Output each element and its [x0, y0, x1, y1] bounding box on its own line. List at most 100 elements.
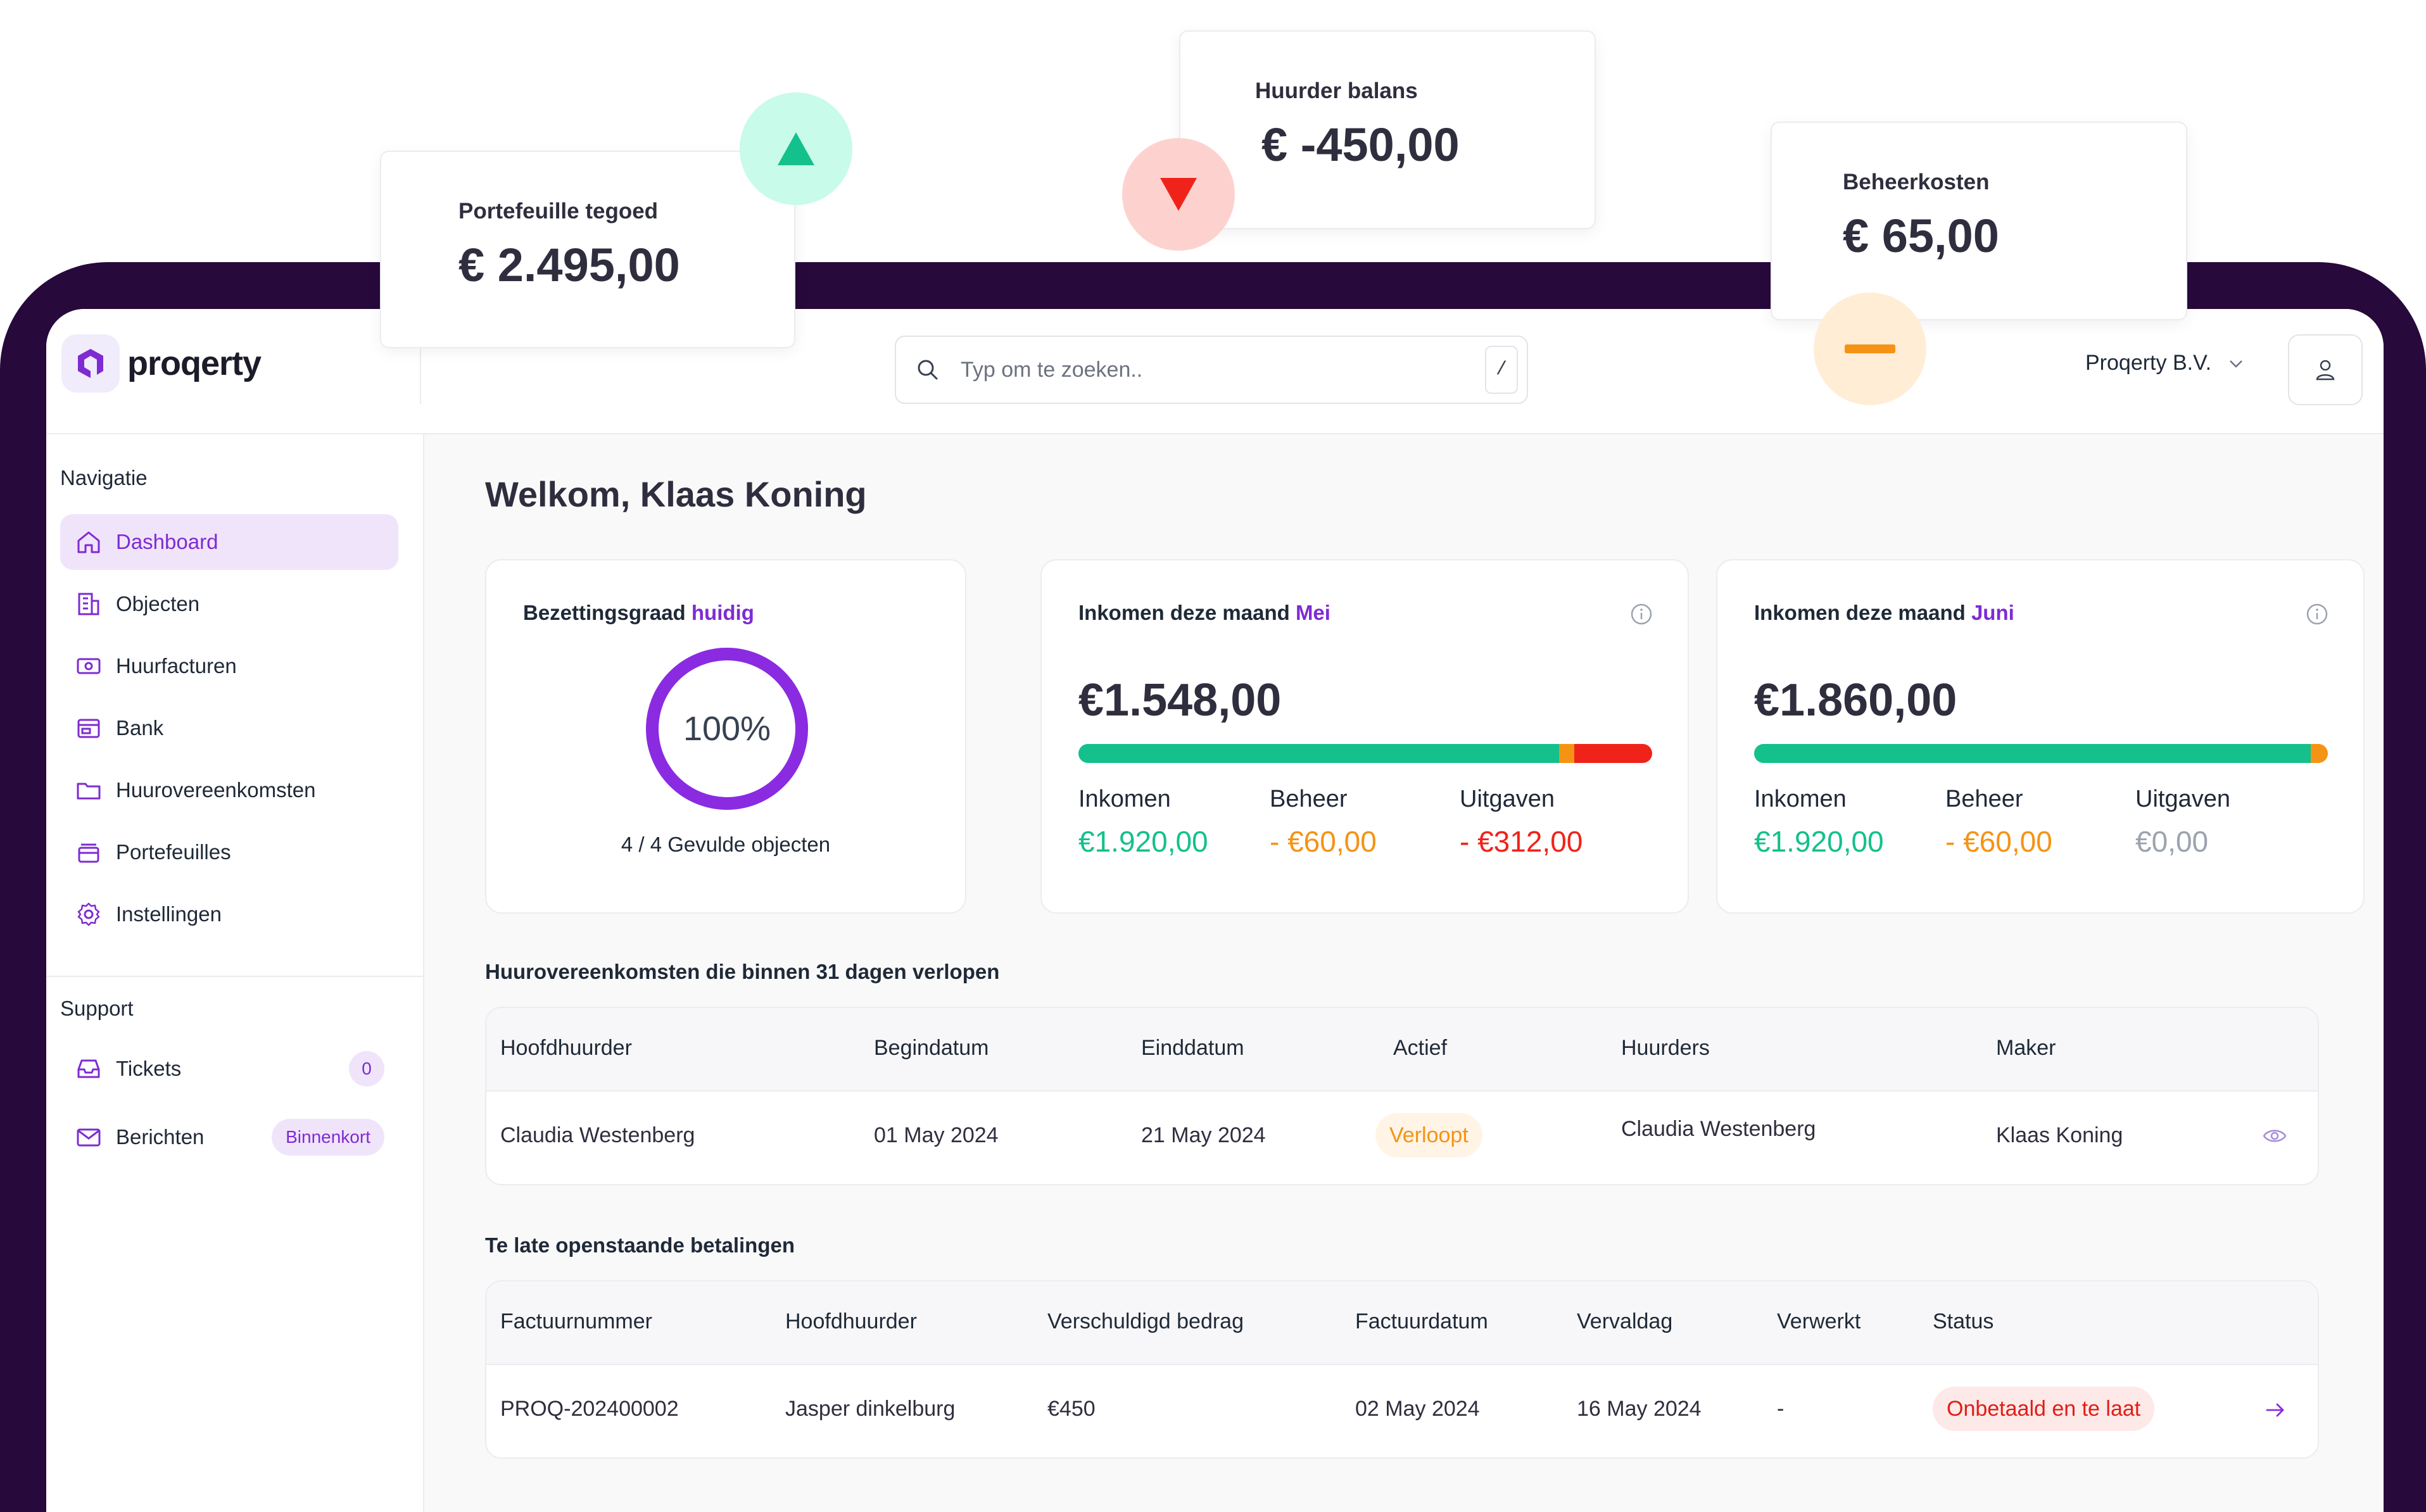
income-june-card: Inkomen deze maand Juni €1.860,00 Inkome…	[1716, 559, 2365, 914]
app-window: proqerty / Proqerty B.V. Navigatie	[46, 309, 2384, 1512]
sidebar-item-dashboard[interactable]: Dashboard	[60, 514, 398, 570]
trend-down-icon	[1122, 138, 1235, 251]
income-may-title: Inkomen deze maand Mei	[1078, 601, 1330, 625]
management-cost-label: Beheerkosten	[1843, 170, 1990, 194]
occupancy-title-accent: huidig	[691, 601, 754, 624]
sidebar-item-portefeuilles[interactable]: Portefeuilles	[60, 824, 398, 880]
trend-up-icon	[740, 92, 852, 205]
income-june-title: Inkomen deze maand Juni	[1754, 601, 2014, 625]
sidebar-item-label: Huurfacturen	[116, 654, 237, 677]
sidebar-item-bank[interactable]: Bank	[60, 700, 398, 756]
bar-segment-income	[1754, 744, 2311, 763]
support-section-title: Support	[60, 997, 134, 1020]
column-header[interactable]: Actief	[1393, 1036, 1447, 1061]
sidebar-item-objecten[interactable]: Objecten	[60, 576, 398, 632]
column-header[interactable]: Verschuldigd bedrag	[1047, 1309, 1244, 1334]
metric-value: - €312,00	[1460, 825, 1583, 858]
metric-value: €1.920,00	[1754, 825, 1884, 858]
management-cost-value: € 65,00	[1843, 210, 1999, 262]
user-icon	[2316, 360, 2335, 381]
income-may-title-text: Inkomen deze maand	[1078, 601, 1290, 624]
column-header[interactable]: Hoofdhuurder	[500, 1036, 632, 1061]
cell-factuurdatum: 02 May 2024	[1355, 1397, 1480, 1421]
income-may-total: €1.548,00	[1078, 675, 1282, 726]
info-icon[interactable]	[1629, 602, 1653, 626]
search-icon	[918, 360, 938, 380]
income-may-card: Inkomen deze maand Mei €1.548,00 Inkomen…	[1040, 559, 1689, 914]
sidebar-item-tickets[interactable]: Tickets 0	[60, 1041, 398, 1097]
column-header[interactable]: Einddatum	[1141, 1036, 1244, 1061]
bar-segment-beheer	[1558, 744, 1574, 763]
sidebar-item-label: Huurovereenkomsten	[116, 778, 316, 802]
column-header[interactable]: Status	[1933, 1309, 1993, 1334]
occupancy-title: Bezettingsgraad huidig	[523, 601, 754, 625]
sidebar-item-label: Tickets	[116, 1057, 182, 1080]
table-header: Factuurnummer Hoofdhuurder Verschuldigd …	[486, 1282, 2318, 1365]
metric-value: €1.920,00	[1078, 825, 1208, 858]
column-header[interactable]: Verwerkt	[1777, 1309, 1861, 1334]
org-switcher[interactable]: Proqerty B.V.	[2085, 351, 2246, 375]
sidebar-item-huurfacturen[interactable]: Huurfacturen	[60, 638, 398, 694]
portfolio-value: € 2.495,00	[458, 239, 680, 291]
column-header[interactable]: Begindatum	[874, 1036, 989, 1061]
arrow-right-icon[interactable]	[2263, 1398, 2287, 1422]
sidebar-item-label: Objecten	[116, 592, 200, 615]
chevron-down-icon	[2230, 360, 2242, 368]
sidebar-item-instellingen[interactable]: Instellingen	[60, 886, 398, 942]
gear-icon	[74, 900, 103, 929]
search-shortcut-key: /	[1485, 346, 1518, 394]
income-june-title-text: Inkomen deze maand	[1754, 601, 1966, 624]
portfolio-label: Portefeuille tegoed	[458, 199, 659, 224]
metric-uitgaven: Uitgaven - €312,00	[1460, 786, 1583, 859]
sidebar-item-label: Bank	[116, 716, 164, 740]
metric-value: €0,00	[2135, 825, 2209, 858]
building-icon	[74, 589, 103, 619]
occupancy-percent: 100%	[683, 710, 771, 748]
money-icon	[74, 652, 103, 681]
eye-icon[interactable]	[2262, 1123, 2287, 1149]
search-box[interactable]: /	[895, 336, 1528, 404]
cell-huurders: Claudia Westenberg	[1621, 1117, 1816, 1141]
logo[interactable]: proqerty	[61, 334, 262, 393]
sidebar-item-huurovereenkomsten[interactable]: Huurovereenkomsten	[60, 762, 398, 818]
table-header: Hoofdhuurder Begindatum Einddatum Actief…	[486, 1008, 2318, 1092]
bank-icon	[74, 714, 103, 743]
expiring-table: Hoofdhuurder Begindatum Einddatum Actief…	[485, 1007, 2319, 1185]
tenant-balance-label: Huurder balans	[1255, 79, 1418, 103]
column-header[interactable]: Factuurdatum	[1355, 1309, 1488, 1334]
home-icon	[74, 527, 103, 557]
cell-maker: Klaas Koning	[1996, 1123, 2123, 1147]
tenant-balance-value: € -450,00	[1261, 118, 1460, 171]
status-badge: Onbetaald en te laat	[1933, 1387, 2155, 1431]
search-input[interactable]	[959, 356, 1456, 383]
info-icon[interactable]	[2305, 602, 2329, 626]
coming-soon-badge: Binnenkort	[272, 1119, 384, 1156]
column-header[interactable]: Factuurnummer	[500, 1309, 652, 1334]
sidebar-item-label: Portefeuilles	[116, 840, 231, 864]
column-header[interactable]: Maker	[1996, 1036, 2056, 1061]
metric-label: Inkomen	[1078, 786, 1171, 812]
column-header[interactable]: Hoofdhuurder	[785, 1309, 917, 1334]
metric-label: Uitgaven	[1460, 786, 1555, 812]
column-header[interactable]: Vervaldag	[1577, 1309, 1672, 1334]
folder-icon	[74, 776, 103, 805]
tenant-balance-card: Huurder balans € -450,00	[1179, 30, 1596, 229]
occupancy-title-text: Bezettingsgraad	[523, 601, 686, 624]
income-june-month: Juni	[1971, 601, 2014, 624]
column-header[interactable]: Huurders	[1621, 1036, 1710, 1061]
cell-bedrag: €450	[1047, 1397, 1096, 1421]
sidebar-item-label: Dashboard	[116, 530, 218, 553]
metric-label: Beheer	[1945, 786, 2023, 812]
metric-label: Uitgaven	[2135, 786, 2230, 812]
sidebar-item-berichten[interactable]: Berichten Binnenkort	[60, 1109, 398, 1165]
sidebar: Navigatie Dashboard Objecten Huurfacture…	[46, 434, 424, 1512]
logo-mark-icon	[61, 334, 120, 393]
page-title: Welkom, Klaas Koning	[485, 474, 867, 514]
occupancy-card: Bezettingsgraad huidig 100% 4 / 4 Gevuld…	[485, 559, 966, 914]
user-menu-button[interactable]	[2288, 334, 2363, 405]
payments-table: Factuurnummer Hoofdhuurder Verschuldigd …	[485, 1280, 2319, 1459]
sidebar-item-label: Berichten	[116, 1125, 205, 1149]
wallet-icon	[74, 838, 103, 867]
metric-income: Inkomen €1.920,00	[1754, 786, 1884, 859]
tickets-count-badge: 0	[349, 1051, 384, 1087]
